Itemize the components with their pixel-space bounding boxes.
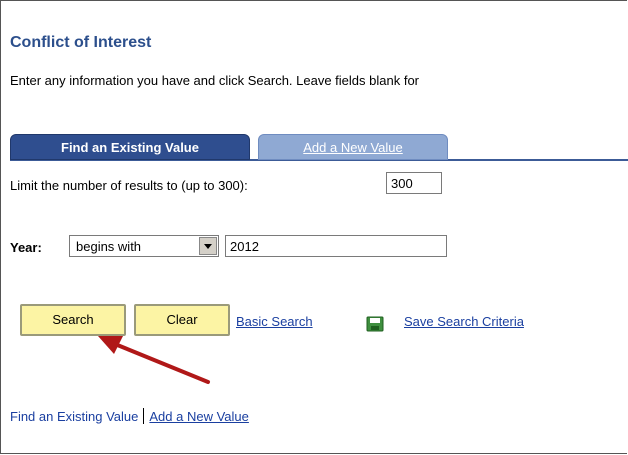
year-label: Year:: [10, 240, 42, 255]
basic-search-link[interactable]: Basic Search: [236, 314, 313, 329]
add-new-value-link[interactable]: Add a New Value: [149, 409, 249, 424]
limit-results-input[interactable]: [386, 172, 442, 194]
tab-add-new-value[interactable]: Add a New Value: [258, 134, 448, 160]
tab-bar: Find an Existing Value Add a New Value: [10, 134, 628, 161]
limit-results-label: Limit the number of results to (up to 30…: [10, 178, 248, 193]
instructions-text: Enter any information you have and click…: [10, 73, 420, 88]
search-button[interactable]: Search: [20, 304, 126, 336]
save-disk-icon[interactable]: [366, 316, 384, 332]
year-operator-value: begins with: [76, 239, 142, 254]
year-value-input[interactable]: [225, 235, 447, 257]
page-frame: [0, 0, 627, 454]
bottom-links: Find an Existing Value Add a New Value: [10, 408, 249, 424]
find-existing-value-link[interactable]: Find an Existing Value: [10, 409, 138, 424]
link-separator: [143, 408, 145, 424]
year-operator-select[interactable]: begins with: [69, 235, 219, 257]
clear-button[interactable]: Clear: [134, 304, 230, 336]
chevron-down-icon[interactable]: [199, 237, 217, 255]
tab-find-existing-value[interactable]: Find an Existing Value: [10, 134, 250, 160]
save-search-criteria-link[interactable]: Save Search Criteria: [404, 314, 524, 329]
page-title: Conflict of Interest: [10, 34, 152, 51]
